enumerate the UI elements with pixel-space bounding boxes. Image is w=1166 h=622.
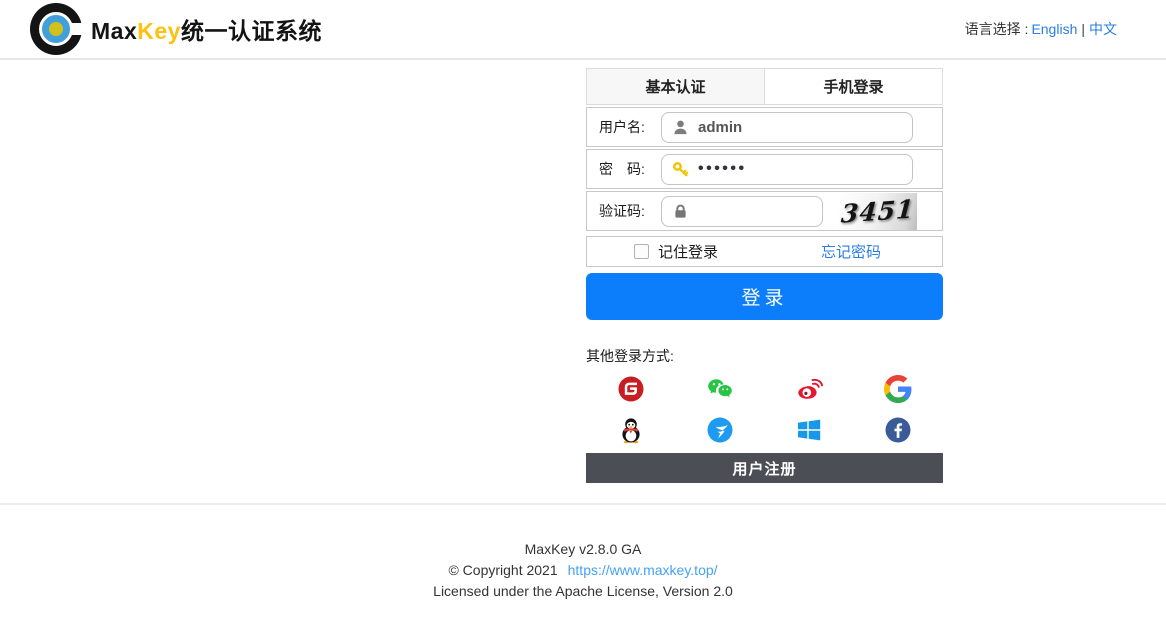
- user-icon: [672, 119, 689, 136]
- brand: MaxKey统一认证系统: [30, 3, 322, 55]
- gitee-login-icon[interactable]: [617, 375, 645, 403]
- maxkey-website-link[interactable]: https://www.maxkey.top/: [568, 562, 718, 578]
- password-value: ••••••: [698, 161, 747, 177]
- language-label: 语言选择 :: [965, 21, 1029, 37]
- language-separator: |: [1081, 21, 1085, 37]
- language-selector: 语言选择 :English|中文: [965, 19, 1120, 39]
- captcha-label: 验证码:: [599, 201, 661, 221]
- footer: MaxKey v2.8.0 GA © Copyright 2021 https:/…: [0, 503, 1166, 622]
- qq-login-icon[interactable]: [617, 416, 645, 444]
- captcha-image-text: 3451: [840, 194, 915, 228]
- tab-mobile-login[interactable]: 手机登录: [764, 69, 942, 104]
- weibo-login-icon[interactable]: [795, 375, 823, 403]
- login-button[interactable]: 登录: [586, 273, 943, 320]
- password-label: 密 码:: [599, 159, 661, 179]
- auth-tabs: 基本认证 手机登录: [586, 68, 943, 105]
- key-icon: [672, 161, 689, 178]
- username-value: admin: [698, 119, 742, 136]
- username-row: 用户名: admin: [586, 107, 943, 147]
- dingtalk-login-icon[interactable]: [706, 416, 734, 444]
- logo-yellow-center: [49, 22, 63, 36]
- app-title-key: Key: [137, 18, 181, 44]
- facebook-login-icon[interactable]: [884, 416, 912, 444]
- license-text: Licensed under the Apache License, Versi…: [0, 581, 1166, 602]
- remember-checkbox[interactable]: [634, 244, 649, 259]
- remember-label: 记住登录: [658, 241, 718, 262]
- version-text: MaxKey v2.8.0 GA: [0, 539, 1166, 560]
- lock-icon: [672, 203, 689, 220]
- maxkey-logo-icon: [30, 3, 82, 55]
- copyright-text: © Copyright 2021: [448, 562, 557, 578]
- google-login-icon[interactable]: [884, 375, 912, 403]
- app-title-cn: 统一认证系统: [181, 18, 322, 44]
- password-input[interactable]: ••••••: [661, 154, 913, 185]
- language-chinese-link[interactable]: 中文: [1089, 21, 1117, 37]
- other-methods-label: 其他登录方式:: [586, 346, 943, 366]
- register-button[interactable]: 用户注册: [586, 453, 943, 483]
- username-input[interactable]: admin: [661, 112, 913, 143]
- wechat-login-icon[interactable]: [706, 375, 734, 403]
- forgot-password-link[interactable]: 忘记密码: [821, 241, 881, 262]
- login-panel: 基本认证 手机登录 用户名: admin 密 码: ••••••: [586, 60, 943, 483]
- header: MaxKey统一认证系统 语言选择 :English|中文: [0, 0, 1166, 60]
- app-title: MaxKey统一认证系统: [91, 12, 322, 46]
- microsoft-login-icon[interactable]: [795, 416, 823, 444]
- language-english-link[interactable]: English: [1031, 21, 1077, 37]
- captcha-input[interactable]: [661, 196, 823, 227]
- captcha-image[interactable]: 3451: [839, 193, 917, 230]
- username-label: 用户名:: [599, 117, 661, 137]
- captcha-row: 验证码: 3451: [586, 191, 943, 231]
- remember-row: 记住登录 忘记密码: [586, 236, 943, 267]
- tab-basic-auth[interactable]: 基本认证: [587, 69, 764, 104]
- app-title-max: Max: [91, 18, 137, 44]
- password-row: 密 码: ••••••: [586, 149, 943, 189]
- provider-grid: [586, 375, 943, 444]
- copyright-line: © Copyright 2021 https://www.maxkey.top/: [0, 560, 1166, 581]
- main-area: 基本认证 手机登录 用户名: admin 密 码: ••••••: [0, 60, 1166, 483]
